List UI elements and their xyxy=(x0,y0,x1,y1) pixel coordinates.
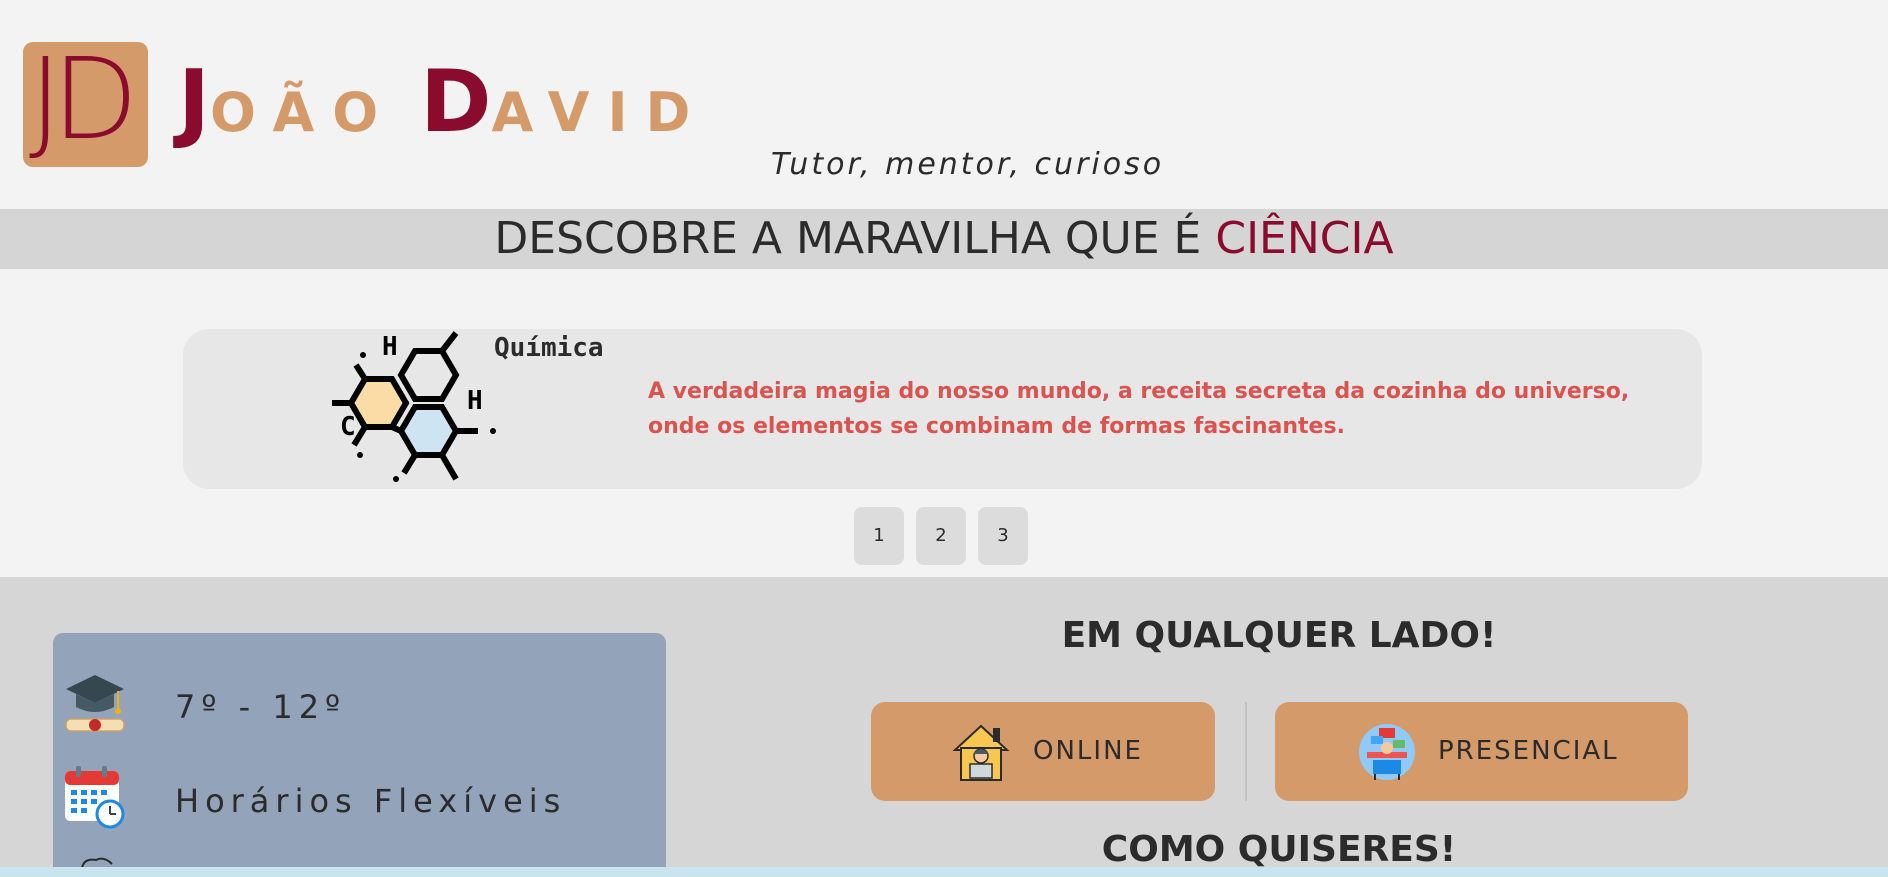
site-title: JOÃO DAVID xyxy=(178,52,708,152)
bottom-strip xyxy=(0,867,1888,877)
calendar-clock-icon xyxy=(65,766,125,829)
logo-text: JD xyxy=(29,35,138,165)
online-button[interactable]: ONLINE xyxy=(871,702,1215,801)
presencial-label: PRESENCIAL xyxy=(1438,736,1619,766)
info-grade-label: 7º - 12º xyxy=(175,688,347,726)
molecule-c-left: C xyxy=(340,412,356,442)
card-title: Química xyxy=(494,333,604,363)
info-schedule-label: Horários Flexíveis xyxy=(175,782,567,820)
brand-first-initial: J xyxy=(178,52,210,152)
page-button-2[interactable]: 2 xyxy=(916,507,966,565)
classroom-icon xyxy=(1359,724,1415,780)
banner-highlight: CIÊNCIA xyxy=(1215,213,1394,264)
home-laptop-icon xyxy=(952,724,1010,781)
page-button-3[interactable]: 3 xyxy=(978,507,1028,565)
online-label: ONLINE xyxy=(1033,736,1143,766)
banner-text: DESCOBRE A MARAVILHA QUE É xyxy=(494,213,1202,264)
hero-banner: DESCOBRE A MARAVILHA QUE É CIÊNCIA xyxy=(0,209,1888,269)
divider xyxy=(1245,702,1247,801)
molecule-h-top: H xyxy=(382,332,398,362)
logo[interactable]: JD xyxy=(23,38,148,167)
molecule-icon: H H C xyxy=(332,331,496,482)
locations-heading: EM QUALQUER LADO! xyxy=(1061,615,1497,656)
molecule-h-right: H xyxy=(467,386,483,416)
card-description: A verdadeira magia do nosso mundo, a rec… xyxy=(648,379,1630,439)
como-quiseres-heading: COMO QUISERES! xyxy=(1101,829,1457,870)
tagline: Tutor, mentor, curioso xyxy=(771,147,1165,182)
brand-last-rest: AVID xyxy=(491,81,709,144)
brand-first-rest: OÃO xyxy=(210,81,397,144)
graduation-cap-icon xyxy=(65,675,125,732)
presencial-button[interactable]: PRESENCIAL xyxy=(1275,702,1688,801)
brand-last-initial: D xyxy=(420,52,492,152)
info-panel xyxy=(53,633,666,877)
page-button-1[interactable]: 1 xyxy=(854,507,904,565)
